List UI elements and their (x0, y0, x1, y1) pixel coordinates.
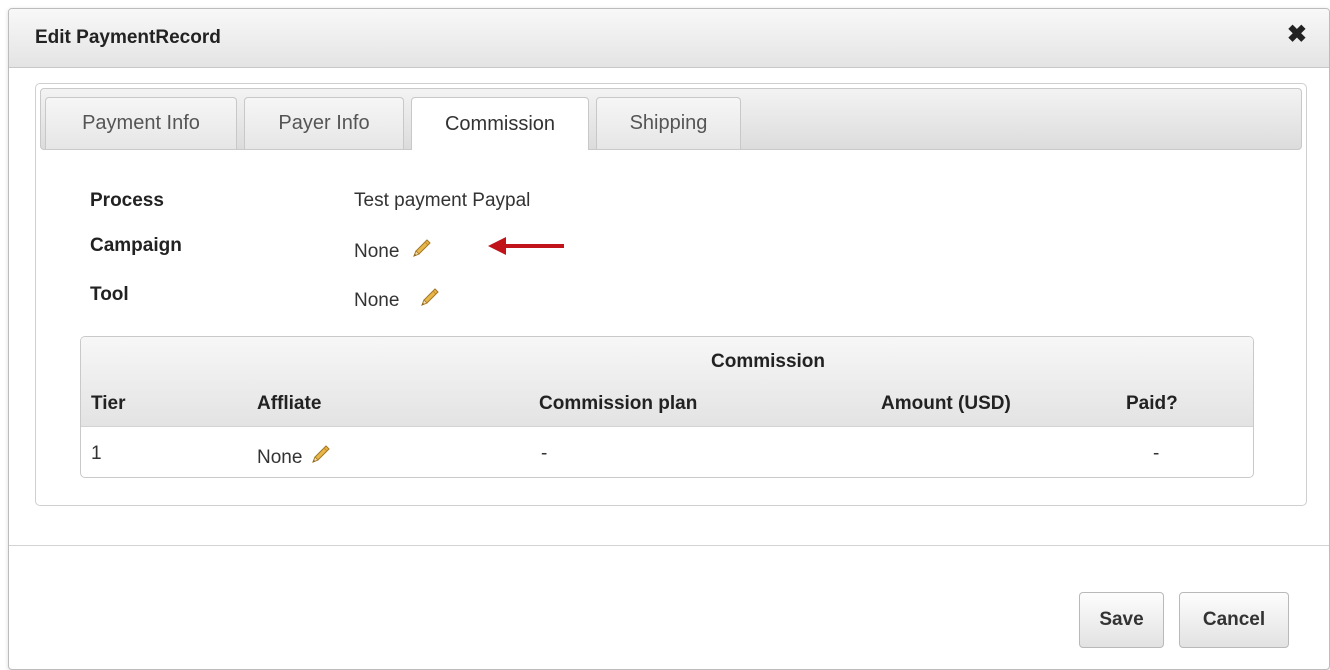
dialog-titlebar: Edit PaymentRecord ✖ (9, 9, 1329, 68)
column-header-tier: Tier (91, 393, 126, 414)
column-header-amount: Amount (USD) (881, 393, 1011, 414)
commission-table-title: Commission (711, 351, 826, 372)
campaign-value-group: None (354, 237, 433, 265)
footer-divider (9, 545, 1329, 546)
tab-bar: Payment Info Payer Info Commission Shipp… (40, 88, 1302, 150)
cell-tier: 1 (91, 443, 102, 464)
edit-payment-record-dialog: Edit PaymentRecord ✖ Payment Info Payer … (8, 8, 1330, 670)
column-header-paid: Paid? (1126, 393, 1178, 414)
tool-value-group: None (354, 286, 441, 314)
tab-payer-info[interactable]: Payer Info (244, 97, 404, 149)
tab-shipping[interactable]: Shipping (596, 97, 741, 149)
close-icon[interactable]: ✖ (1287, 23, 1307, 47)
red-arrow-icon (488, 237, 564, 255)
cell-affiliate-group: None (257, 443, 332, 471)
process-label: Process (90, 190, 164, 211)
pencil-icon[interactable] (419, 286, 441, 314)
tab-commission[interactable]: Commission (411, 97, 589, 150)
dialog-title: Edit PaymentRecord (35, 27, 221, 48)
tabs-panel: Payment Info Payer Info Commission Shipp… (35, 83, 1307, 506)
cell-paid: - (1153, 443, 1160, 464)
column-header-commission-plan: Commission plan (539, 393, 698, 414)
commission-table-header: Commission Tier Affliate Commission plan… (81, 337, 1253, 427)
column-header-affiliate: Affliate (257, 393, 322, 414)
pencil-icon[interactable] (310, 443, 332, 471)
campaign-label: Campaign (90, 235, 182, 256)
tool-label: Tool (90, 284, 129, 305)
campaign-value: None (354, 241, 400, 262)
cancel-button[interactable]: Cancel (1179, 592, 1289, 648)
cell-commission-plan: - (541, 443, 548, 464)
process-value: Test payment Paypal (354, 190, 531, 211)
pencil-icon[interactable] (411, 237, 433, 265)
tool-value: None (354, 290, 400, 311)
tab-payment-info[interactable]: Payment Info (45, 97, 237, 149)
commission-table: Commission Tier Affliate Commission plan… (80, 336, 1254, 478)
save-button[interactable]: Save (1079, 592, 1164, 648)
cell-affiliate: None (257, 447, 303, 468)
